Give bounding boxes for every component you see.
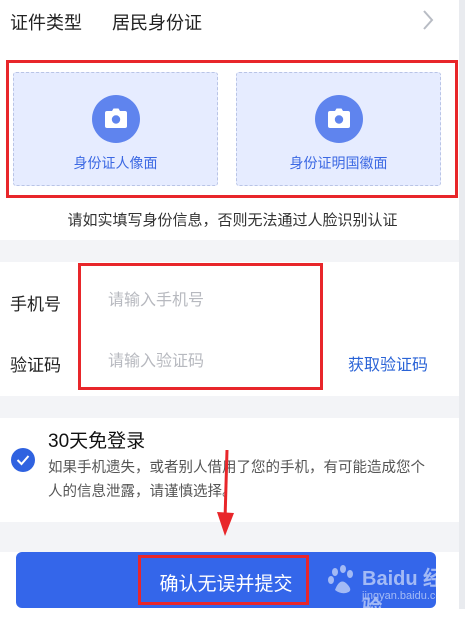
watermark: Baidu 经验 jingyan.baidu.com <box>322 560 462 619</box>
annotation-box-photos <box>6 60 458 198</box>
id-type-value: 居民身份证 <box>112 13 202 33</box>
annotation-arrow-icon <box>217 449 234 536</box>
section-divider <box>0 396 465 418</box>
chevron-right-icon[interactable] <box>420 8 436 32</box>
page-edge <box>459 0 465 609</box>
section-divider <box>0 240 465 262</box>
id-type-row[interactable]: 证件类型 居民身份证 <box>0 0 465 44</box>
paw-logo-icon <box>328 565 353 594</box>
watermark-url: jingyan.baidu.com <box>362 590 451 602</box>
get-code-button[interactable]: 获取验证码 <box>348 351 428 375</box>
annotation-box-inputs <box>78 263 323 390</box>
checkmark-icon[interactable] <box>11 448 35 472</box>
phone-label: 手机号 <box>10 295 61 314</box>
code-label: 验证码 <box>10 356 61 375</box>
identity-notice: 请如实填写身份信息，否则无法通过人脸识别认证 <box>67 212 398 229</box>
annotation-box-submit <box>138 555 309 605</box>
remember-login-title: 30天免登录 <box>48 431 146 452</box>
id-type-label: 证件类型 <box>10 13 82 33</box>
remember-login-description: 如果手机遗失，或者别人借用了您的手机，有可能造成您个人的信息泄露，请谨慎选择。 <box>48 460 425 500</box>
